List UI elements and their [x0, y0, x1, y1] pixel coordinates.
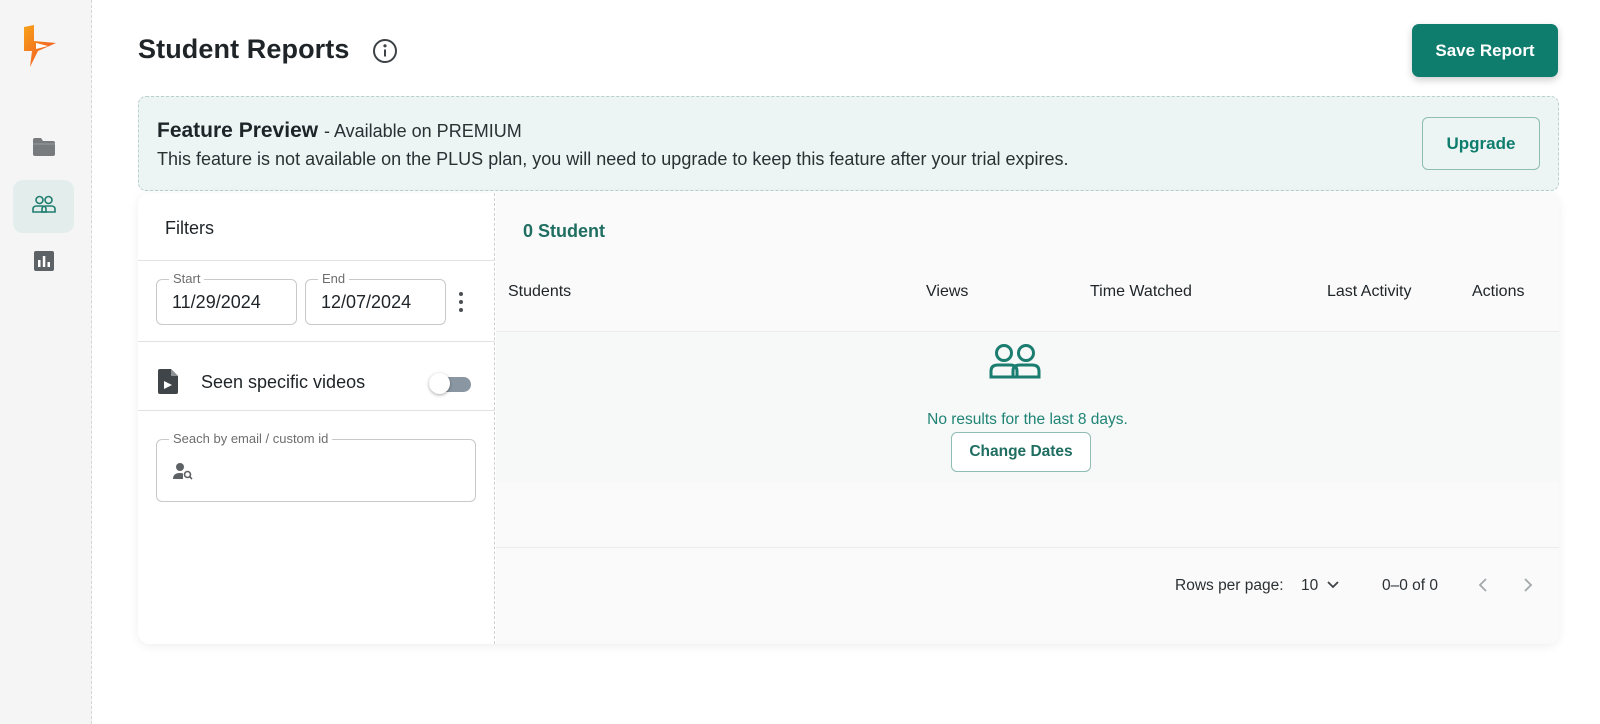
empty-state-message: No results for the last 8 days. [927, 411, 1128, 428]
column-header-views[interactable]: Views [926, 283, 968, 301]
column-header-students[interactable]: Students [508, 283, 571, 301]
chevron-right-icon[interactable] [1517, 574, 1539, 596]
divider [138, 410, 495, 411]
search-input[interactable] [203, 456, 463, 486]
banner-title: Feature Preview - Available on PREMIUM [157, 119, 522, 143]
pagination-range: 0–0 of 0 [1382, 577, 1439, 594]
column-header-time-watched[interactable]: Time Watched [1090, 283, 1192, 301]
video-file-icon [158, 369, 178, 399]
info-icon[interactable] [372, 38, 398, 64]
report-card: Filters Start 11/29/2024 End 12/07/2024 … [138, 193, 1559, 644]
student-count: 0 Student [523, 221, 606, 241]
bolt-play-logo[interactable] [22, 25, 58, 69]
divider [138, 260, 495, 261]
chevron-left-icon[interactable] [1472, 574, 1494, 596]
end-date-field[interactable]: End 12/07/2024 [305, 271, 446, 325]
rows-per-page-value: 10 [1301, 577, 1319, 594]
banner-description: This feature is not available on the PLU… [157, 149, 1069, 169]
page-title: Student Reports [138, 34, 350, 64]
start-date-value: 11/29/2024 [172, 292, 261, 312]
column-header-last-activity[interactable]: Last Activity [1327, 283, 1411, 301]
upgrade-button[interactable]: Upgrade [1422, 117, 1540, 170]
search-label: Seach by email / custom id [169, 431, 333, 446]
sidebar [0, 0, 92, 724]
rows-per-page-select[interactable]: 10 [1301, 573, 1351, 599]
sidebar-item-library[interactable] [13, 123, 74, 176]
seen-videos-label: Seen specific videos [201, 372, 366, 392]
folder-icon [32, 137, 56, 162]
sidebar-item-students[interactable] [13, 180, 74, 233]
end-date-label: End [318, 271, 350, 286]
rows-per-page-label: Rows per page: [1175, 577, 1284, 594]
chevron-down-icon [1326, 577, 1340, 595]
start-date-field[interactable]: Start 11/29/2024 [156, 271, 297, 325]
filters-panel: Filters Start 11/29/2024 End 12/07/2024 … [138, 193, 495, 644]
filters-title: Filters [165, 218, 214, 238]
sidebar-item-analytics[interactable] [13, 237, 74, 290]
column-header-actions: Actions [1472, 283, 1525, 300]
seen-videos-toggle[interactable] [429, 373, 473, 395]
date-options-kebab-icon[interactable] [456, 289, 466, 315]
search-field[interactable]: Seach by email / custom id [156, 431, 476, 502]
divider [138, 341, 495, 342]
user-search-icon [173, 462, 193, 485]
change-dates-button[interactable]: Change Dates [951, 432, 1091, 472]
banner-title-text: Feature Preview [157, 119, 319, 142]
end-date-value: 12/07/2024 [321, 292, 412, 312]
users-icon [989, 343, 1041, 384]
bar-chart-icon [33, 251, 54, 276]
feature-preview-banner: Feature Preview - Available on PREMIUM T… [138, 96, 1559, 191]
pagination-divider [496, 547, 1559, 548]
banner-plan-label: - Available on PREMIUM [323, 121, 522, 141]
start-date-label: Start [169, 271, 205, 286]
save-report-button[interactable]: Save Report [1412, 24, 1558, 77]
results-panel: 0 Student Students Views Time Watched La… [496, 193, 1559, 644]
users-icon [31, 195, 56, 218]
